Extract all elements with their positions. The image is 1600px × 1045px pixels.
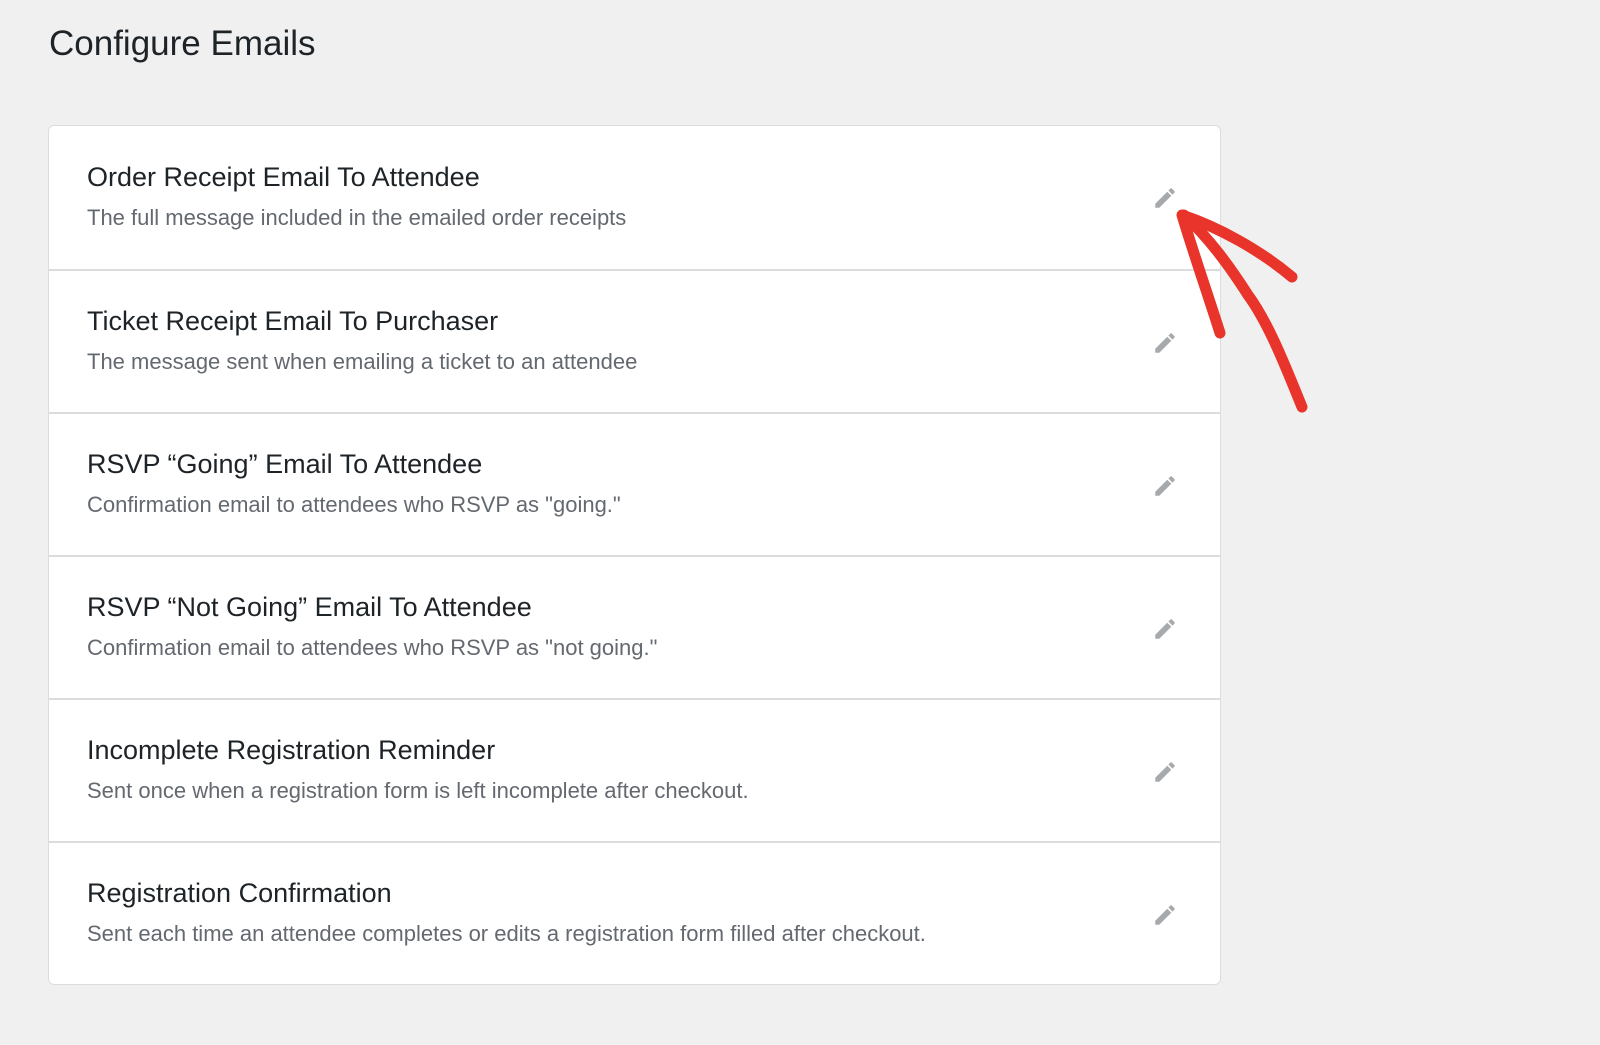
edit-rsvp-going-button[interactable] [1150,471,1180,501]
pencil-icon [1155,333,1175,353]
email-description: Confirmation email to attendees who RSVP… [87,492,621,517]
email-row-registration-confirmation: Registration Confirmation Sent each time… [49,841,1220,984]
email-description: Confirmation email to attendees who RSVP… [87,635,658,660]
email-title: RSVP “Not Going” Email To Attendee [87,592,532,622]
pencil-icon [1155,905,1175,925]
email-row-order-receipt: Order Receipt Email To Attendee The full… [49,126,1220,269]
edit-registration-confirmation-button[interactable] [1150,900,1180,930]
edit-order-receipt-button[interactable] [1150,183,1180,213]
email-description: The message sent when emailing a ticket … [87,349,638,374]
pencil-icon [1155,188,1175,208]
pencil-icon [1155,476,1175,496]
pencil-icon [1155,619,1175,639]
email-title: Ticket Receipt Email To Purchaser [87,306,499,336]
email-row-ticket-receipt: Ticket Receipt Email To Purchaser The me… [49,269,1220,412]
email-row-rsvp-going: RSVP “Going” Email To Attendee Confirmat… [49,412,1220,555]
pencil-icon [1155,762,1175,782]
email-description: The full message included in the emailed… [87,205,627,230]
email-title: Order Receipt Email To Attendee [87,162,480,192]
email-row-incomplete-registration: Incomplete Registration Reminder Sent on… [49,698,1220,841]
edit-rsvp-not-going-button[interactable] [1150,614,1180,644]
email-title: RSVP “Going” Email To Attendee [87,449,483,479]
email-description: Sent each time an attendee completes or … [87,921,926,946]
edit-ticket-receipt-button[interactable] [1150,328,1180,358]
edit-incomplete-registration-button[interactable] [1150,757,1180,787]
page-title: Configure Emails [49,24,316,63]
email-row-rsvp-not-going: RSVP “Not Going” Email To Attendee Confi… [49,555,1220,698]
email-title: Incomplete Registration Reminder [87,735,496,765]
email-settings-list: Order Receipt Email To Attendee The full… [48,125,1221,985]
email-title: Registration Confirmation [87,878,392,908]
email-description: Sent once when a registration form is le… [87,778,749,803]
